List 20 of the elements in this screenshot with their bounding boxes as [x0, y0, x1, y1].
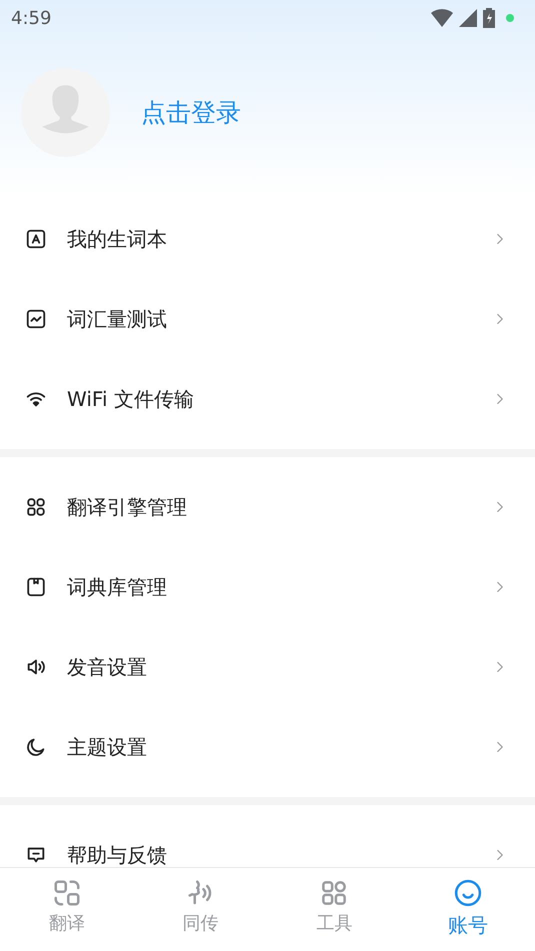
- translate-icon: [52, 878, 82, 908]
- status-time: 4:59: [11, 6, 52, 30]
- menu-item[interactable]: 帮助与反馈: [0, 815, 535, 867]
- letter-a-icon: [25, 228, 47, 250]
- book-icon: [25, 576, 47, 598]
- battery-icon: [483, 8, 495, 28]
- avatar-icon[interactable]: [21, 68, 110, 157]
- menu-item[interactable]: 我的生词本: [0, 199, 535, 279]
- moon-icon: [25, 736, 47, 758]
- menu-item[interactable]: 发音设置: [0, 627, 535, 707]
- grid-icon: [25, 496, 47, 518]
- menu-item[interactable]: 词汇量测试: [0, 279, 535, 359]
- cell-signal-icon: [459, 9, 477, 27]
- menu-item[interactable]: 主题设置: [0, 707, 535, 787]
- menu-item[interactable]: WiFi 文件传输: [0, 359, 535, 439]
- menu-item[interactable]: 翻译引擎管理: [0, 467, 535, 547]
- wifi-signal-icon: [431, 9, 453, 27]
- menu-item[interactable]: 词典库管理: [0, 547, 535, 627]
- chart-icon: [25, 308, 47, 330]
- smiley-icon: [453, 878, 484, 908]
